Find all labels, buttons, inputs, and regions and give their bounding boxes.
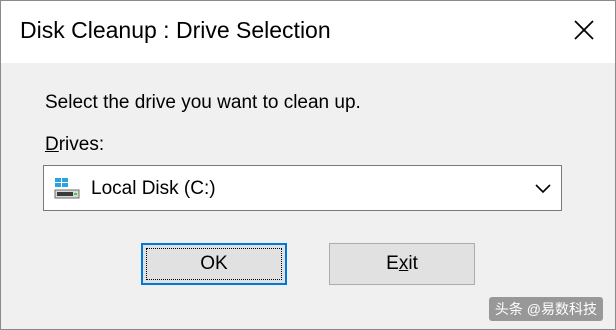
exit-button-label-post: it [408,253,418,274]
hard-drive-icon [54,178,80,199]
dialog-window: Disk Cleanup : Drive Selection Select th… [0,0,616,330]
exit-button-label-pre: E [386,253,399,274]
watermark: 头条 @易数科技 [488,297,603,321]
close-button[interactable] [567,13,601,47]
instruction-text: Select the drive you want to clean up. [45,92,361,113]
close-icon [574,20,594,40]
title-bar: Disk Cleanup : Drive Selection [1,1,615,63]
drives-label: Drives: [45,134,104,156]
exit-button[interactable]: Exit [329,243,475,285]
drive-select[interactable]: Local Disk (C:) [43,165,562,211]
chevron-down-icon[interactable] [535,182,551,194]
drives-label-accelerator: D [45,134,59,155]
drives-label-text: rives: [58,134,105,155]
focus-rectangle [146,248,282,280]
window-title: Disk Cleanup : Drive Selection [20,17,331,43]
ok-button[interactable]: OK [141,243,287,285]
selected-drive: Local Disk (C:) [91,178,216,199]
exit-button-accelerator: x [398,253,409,274]
